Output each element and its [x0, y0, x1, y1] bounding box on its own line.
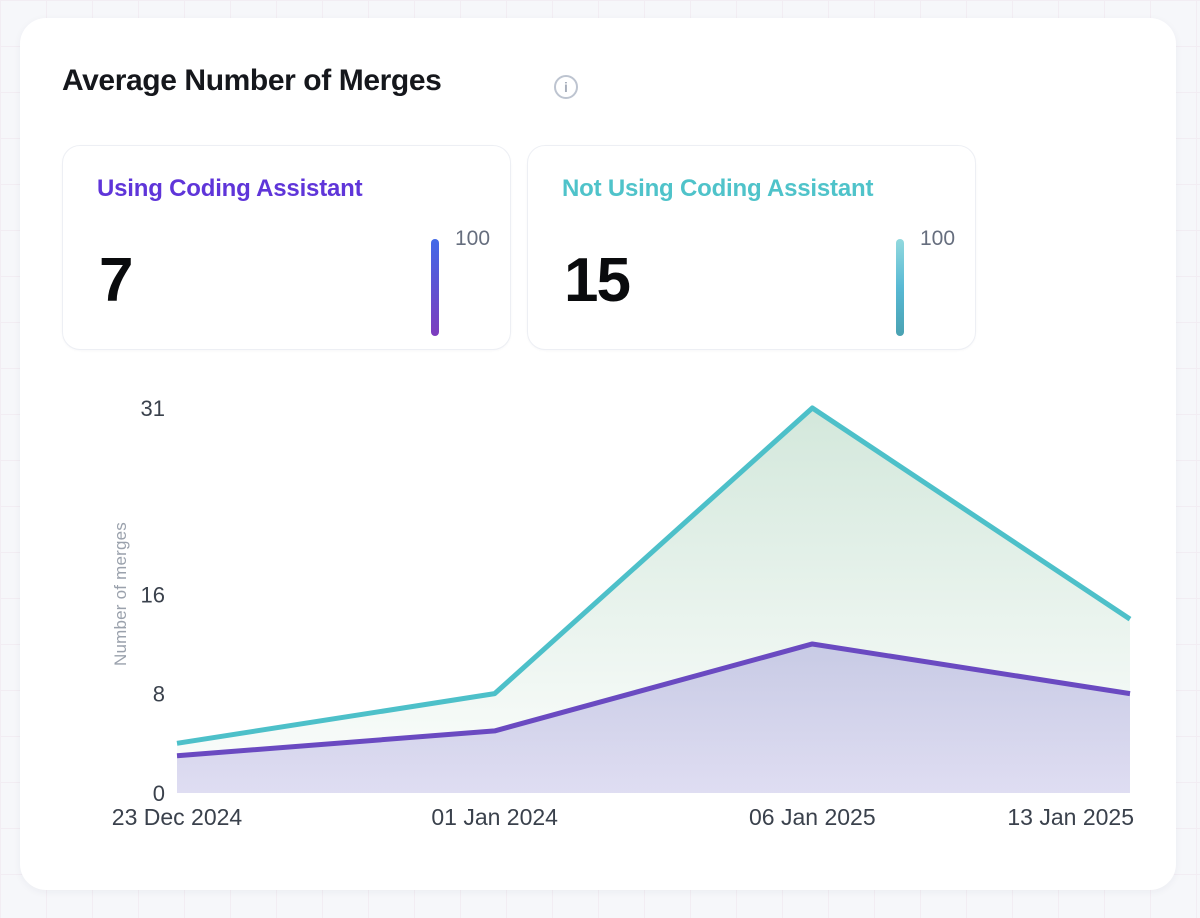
dashboard-card: Average Number of Merges i Using Coding … — [20, 18, 1176, 890]
y-tick-label: 0 — [153, 781, 165, 806]
y-tick-label: 16 — [141, 582, 165, 607]
page-background: Average Number of Merges i Using Coding … — [0, 0, 1200, 918]
x-tick-label: 06 Jan 2025 — [749, 804, 876, 830]
merges-area-chart: 0 8 16 31 23 Dec 2024 01 Jan 2024 06 Jan 2025 1… — [20, 18, 1176, 890]
y-tick-label: 31 — [141, 396, 165, 421]
x-tick-label: 23 Dec 2024 — [112, 804, 243, 830]
y-axis-title: Number of merges — [111, 522, 131, 666]
x-tick-label: 01 Jan 2024 — [431, 804, 558, 830]
y-tick-label: 8 — [153, 682, 165, 707]
x-tick-label: 13 Jan 2025 — [1007, 804, 1134, 830]
